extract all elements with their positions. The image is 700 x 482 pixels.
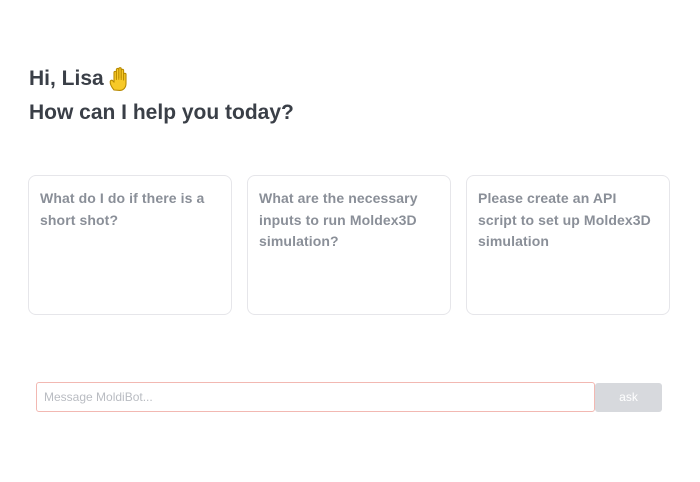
raised-hand-icon [108, 66, 130, 92]
page-subtitle: How can I help you today? [29, 101, 294, 124]
suggestion-card-text: What do I do if there is a short shot? [40, 190, 205, 228]
ask-button[interactable]: ask [595, 382, 662, 412]
greeting-heading: Hi, Lisa [29, 64, 130, 94]
suggestion-card-text: What are the necessary inputs to run Mol… [259, 190, 418, 249]
suggestion-card-text: Please create an API script to set up Mo… [478, 190, 651, 249]
greeting-text: Hi, Lisa [29, 67, 104, 90]
suggestion-cards: What do I do if there is a short shot? W… [28, 175, 671, 315]
message-composer: ask [36, 382, 662, 412]
message-input[interactable] [36, 382, 595, 412]
suggestion-card-short-shot[interactable]: What do I do if there is a short shot? [28, 175, 232, 315]
suggestion-card-api-script[interactable]: Please create an API script to set up Mo… [466, 175, 670, 315]
suggestion-card-necessary-inputs[interactable]: What are the necessary inputs to run Mol… [247, 175, 451, 315]
